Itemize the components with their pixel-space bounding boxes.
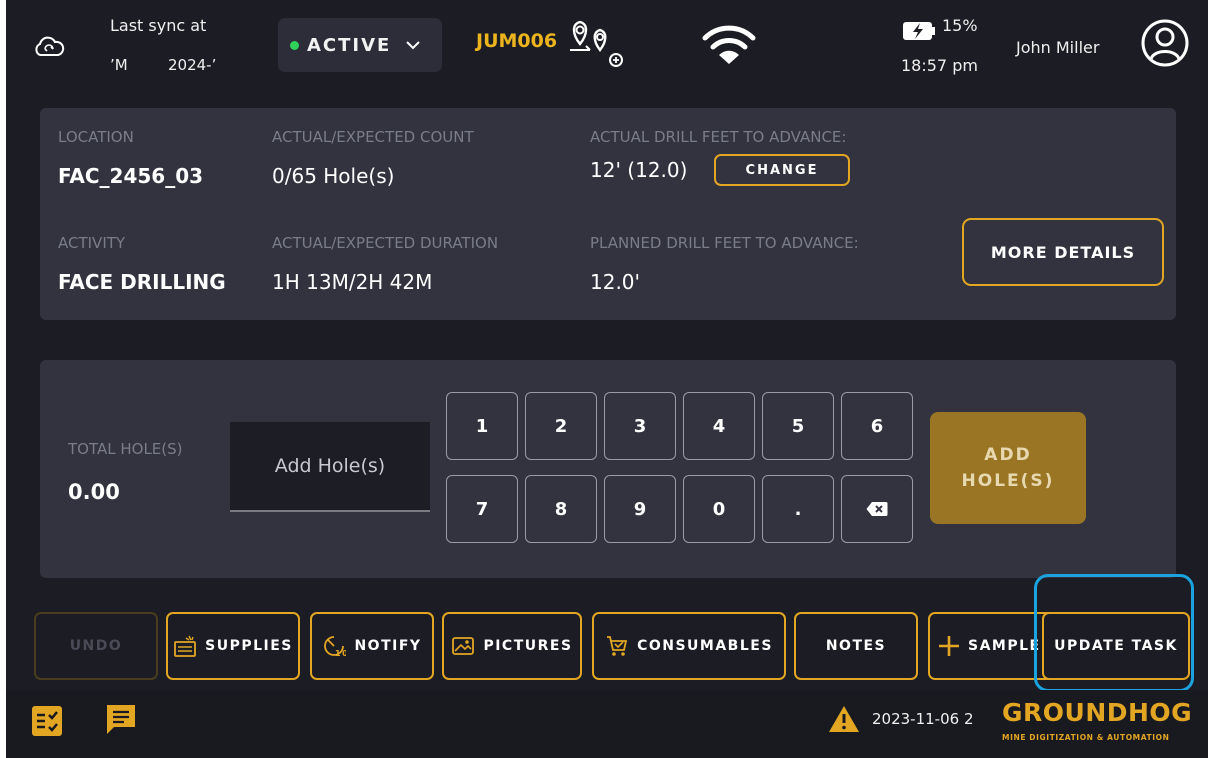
status-text: ACTIVE: [307, 34, 392, 56]
planned-feet-label: PLANNED DRILL FEET TO ADVANCE:: [590, 234, 859, 252]
update-task-label: UPDATE TASK: [1054, 638, 1178, 654]
keypad-key-0[interactable]: 0: [683, 475, 755, 543]
warning-date: 2023-11-06 2: [872, 710, 974, 728]
notes-button[interactable]: NOTES: [794, 612, 918, 680]
wifi-icon: [702, 25, 756, 64]
last-sync-date: 2024-’: [168, 56, 217, 74]
update-task-button[interactable]: UPDATE TASK: [1042, 612, 1190, 680]
status-dropdown[interactable]: ACTIVE: [278, 18, 442, 72]
add-holes-label-line2: HOLE(S): [961, 471, 1055, 491]
last-sync-time: ’M: [110, 56, 128, 74]
planned-feet-value: 12.0': [590, 270, 641, 294]
more-details-button[interactable]: MORE DETAILS: [962, 218, 1164, 286]
svg-text:10: 10: [335, 649, 346, 658]
chat-message-icon[interactable]: [104, 702, 138, 736]
bottom-bar: 2023-11-06 2 GROUNDHOG MINE DIGITIZATION…: [6, 690, 1208, 758]
supplies-button[interactable]: SUPPLIES: [166, 612, 300, 680]
cart-icon: [607, 636, 628, 656]
keypad-backspace-button[interactable]: [841, 475, 913, 543]
battery-percent: 15%: [942, 16, 978, 35]
total-holes-label: TOTAL HOLE(S): [68, 440, 183, 458]
keypad-key-5[interactable]: 5: [762, 392, 834, 460]
keypad-key-1[interactable]: 1: [446, 392, 518, 460]
top-bar: Last sync at ’M 2024-’ ACTIVE JUM006 15%…: [6, 0, 1208, 88]
last-sync-label: Last sync at: [110, 16, 207, 35]
brand-tagline: MINE DIGITIZATION & AUTOMATION: [1002, 733, 1170, 742]
supplies-icon: [174, 635, 197, 657]
last-sync-value: ’M 2024-’: [110, 56, 248, 74]
backspace-icon: [866, 502, 888, 516]
keypad-key-2[interactable]: 2: [525, 392, 597, 460]
user-name: John Miller: [1016, 38, 1100, 57]
route-location-icon[interactable]: [566, 18, 626, 68]
user-avatar-icon[interactable]: [1140, 18, 1190, 68]
pictures-icon: [452, 637, 475, 655]
notify-button[interactable]: 10 NOTIFY: [310, 612, 434, 680]
drill-feet-label: ACTUAL DRILL FEET TO ADVANCE:: [590, 128, 847, 146]
machine-id: JUM006: [476, 30, 558, 52]
consumables-button[interactable]: CONSUMABLES: [592, 612, 786, 680]
keypad-key-3[interactable]: 3: [604, 392, 676, 460]
notify-label: NOTIFY: [354, 638, 422, 654]
activity-label: ACTIVITY: [58, 234, 126, 252]
notes-label: NOTES: [825, 638, 887, 654]
add-holes-input[interactable]: [230, 422, 430, 512]
duration-label: ACTUAL/EXPECTED DURATION: [272, 234, 499, 252]
keypad-key-8[interactable]: 8: [525, 475, 597, 543]
location-value: FAC_2456_03: [58, 164, 204, 188]
activity-value: FACE DRILLING: [58, 270, 226, 294]
consumables-label: CONSUMABLES: [637, 638, 773, 654]
battery-charging-icon: [903, 22, 935, 40]
keypad-key-4[interactable]: 4: [683, 392, 755, 460]
status-dot-icon: [290, 40, 299, 50]
drill-feet-value: 12' (12.0): [590, 158, 688, 182]
count-value: 0/65 Hole(s): [272, 164, 395, 188]
duration-value: 1H 13M/2H 42M: [272, 270, 433, 294]
total-holes-value: 0.00: [68, 480, 120, 504]
pictures-label: PICTURES: [483, 638, 573, 654]
plus-icon: [939, 636, 959, 656]
add-holes-label-line1: ADD: [984, 445, 1032, 465]
timer-notify-icon: 10: [324, 636, 346, 658]
sample-label: SAMPLE: [968, 638, 1041, 654]
supplies-label: SUPPLIES: [205, 638, 293, 654]
drilling-screen: Last sync at ’M 2024-’ ACTIVE JUM006 15%…: [6, 0, 1208, 758]
keypad-key-7[interactable]: 7: [446, 475, 518, 543]
chevron-down-icon: [406, 41, 421, 50]
hole-entry-card: TOTAL HOLE(S) 0.00 1 2 3 4 5 6 7 8 9 0 .…: [40, 360, 1176, 578]
task-info-card: LOCATION FAC_2456_03 ACTUAL/EXPECTED COU…: [40, 108, 1176, 320]
cloud-sync-icon[interactable]: [32, 36, 66, 58]
clock: 18:57 pm: [901, 56, 978, 75]
add-holes-button[interactable]: ADD HOLE(S): [930, 412, 1086, 524]
pictures-button[interactable]: PICTURES: [442, 612, 582, 680]
undo-label: UNDO: [69, 638, 123, 654]
task-checklist-icon[interactable]: [32, 706, 62, 736]
keypad-key-decimal[interactable]: .: [762, 475, 834, 543]
change-button[interactable]: CHANGE: [714, 154, 850, 186]
location-label: LOCATION: [58, 128, 134, 146]
count-label: ACTUAL/EXPECTED COUNT: [272, 128, 474, 146]
warning-icon[interactable]: [828, 704, 860, 734]
undo-button[interactable]: UNDO: [34, 612, 158, 680]
keypad-key-6[interactable]: 6: [841, 392, 913, 460]
groundhog-logo: GROUNDHOG: [1002, 698, 1193, 727]
keypad-key-9[interactable]: 9: [604, 475, 676, 543]
